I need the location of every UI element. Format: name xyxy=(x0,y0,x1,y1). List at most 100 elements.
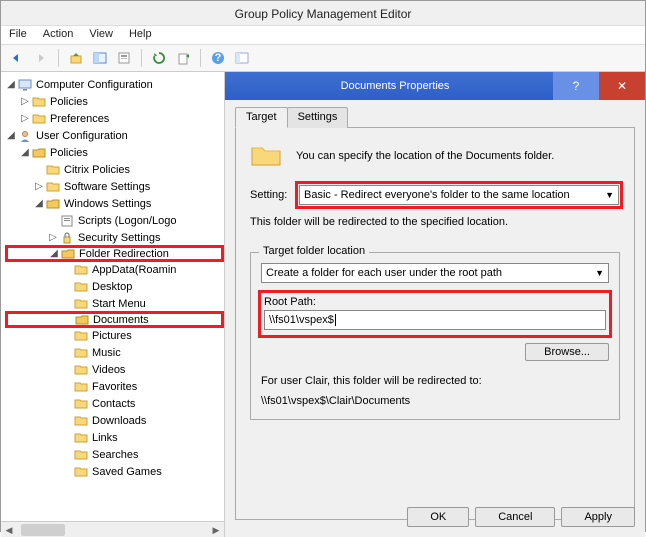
root-path-label: Root Path: xyxy=(264,296,606,308)
tree-winset[interactable]: Windows Settings xyxy=(64,198,151,210)
scroll-right-button[interactable]: ▶ xyxy=(208,522,224,537)
scroll-left-button[interactable]: ◀ xyxy=(1,522,17,537)
tree-links[interactable]: Links xyxy=(92,432,118,444)
svg-text:?: ? xyxy=(215,52,222,64)
menu-file[interactable]: File xyxy=(9,28,27,40)
chevron-down-icon: ▼ xyxy=(595,268,604,278)
folder-icon xyxy=(73,297,89,311)
toolbar: ? xyxy=(1,45,645,72)
folder-icon xyxy=(73,329,89,343)
dialog-buttons: OK Cancel Apply xyxy=(407,507,635,527)
folder-icon xyxy=(73,431,89,445)
dialog-close-button[interactable]: ✕ xyxy=(599,72,645,100)
cancel-button[interactable]: Cancel xyxy=(475,507,555,527)
target-location-fieldset: Target folder location Create a folder f… xyxy=(250,252,620,420)
tree-citrix[interactable]: Citrix Policies xyxy=(64,164,130,176)
tree-pictures[interactable]: Pictures xyxy=(92,330,132,342)
fieldset-legend: Target folder location xyxy=(259,245,369,257)
tree-folder-redirection[interactable]: Folder Redirection xyxy=(79,248,169,260)
tree-cc-prefs[interactable]: Preferences xyxy=(50,113,109,125)
properties-dialog: Documents Properties ? ✕ Target Settings… xyxy=(225,72,645,537)
tree-downloads[interactable]: Downloads xyxy=(92,415,146,427)
tree-contacts[interactable]: Contacts xyxy=(92,398,135,410)
folder-icon xyxy=(45,163,61,177)
tree-searches[interactable]: Searches xyxy=(92,449,138,461)
dialog-description: You can specify the location of the Docu… xyxy=(296,150,554,162)
window-title: Group Policy Management Editor xyxy=(1,1,645,26)
tree-documents[interactable]: Documents xyxy=(93,314,149,326)
tree-favorites[interactable]: Favorites xyxy=(92,381,137,393)
folder-icon xyxy=(31,95,47,109)
folder-icon xyxy=(45,180,61,194)
script-icon xyxy=(59,214,75,228)
folder-icon xyxy=(73,280,89,294)
folder-large-icon xyxy=(250,142,284,170)
setting-label: Setting: xyxy=(250,189,298,201)
example-header: For user Clair, this folder will be redi… xyxy=(261,375,609,387)
folder-icon xyxy=(73,414,89,428)
view-list-button[interactable] xyxy=(90,48,110,68)
back-button[interactable] xyxy=(7,48,27,68)
folder-icon xyxy=(74,313,90,327)
tree-desktop[interactable]: Desktop xyxy=(92,281,132,293)
dialog-title: Documents Properties xyxy=(237,80,553,92)
menu-action[interactable]: Action xyxy=(43,28,74,40)
folder-icon xyxy=(73,465,89,479)
settings-icon[interactable] xyxy=(232,48,252,68)
root-path-input[interactable]: \\fs01\vspex$ xyxy=(264,310,606,330)
browse-button[interactable]: Browse... xyxy=(525,343,609,361)
chevron-down-icon: ▼ xyxy=(605,190,614,200)
help-button[interactable]: ? xyxy=(208,48,228,68)
menu-view[interactable]: View xyxy=(89,28,113,40)
folder-icon xyxy=(31,146,47,160)
dialog-tabs: Target Settings xyxy=(235,106,635,128)
up-button[interactable] xyxy=(66,48,86,68)
tab-settings[interactable]: Settings xyxy=(287,107,349,128)
user-icon xyxy=(17,129,33,143)
menubar: File Action View Help xyxy=(1,26,645,45)
setting-combo[interactable]: Basic - Redirect everyone's folder to th… xyxy=(299,185,619,205)
apply-button[interactable]: Apply xyxy=(561,507,635,527)
tree-savedgames[interactable]: Saved Games xyxy=(92,466,162,478)
folder-icon xyxy=(45,197,61,211)
tree-music[interactable]: Music xyxy=(92,347,121,359)
tree-uc-policies[interactable]: Policies xyxy=(50,147,88,159)
target-folder-combo-value: Create a folder for each user under the … xyxy=(266,267,502,279)
forward-button[interactable] xyxy=(31,48,51,68)
tree-secset[interactable]: Security Settings xyxy=(78,232,161,244)
computer-icon xyxy=(17,78,33,92)
folder-icon xyxy=(73,448,89,462)
target-folder-combo[interactable]: Create a folder for each user under the … xyxy=(261,263,609,283)
folder-icon xyxy=(73,397,89,411)
tree-videos[interactable]: Videos xyxy=(92,364,125,376)
folder-icon xyxy=(73,380,89,394)
export-button[interactable] xyxy=(173,48,193,68)
tree-swset[interactable]: Software Settings xyxy=(64,181,150,193)
folder-icon xyxy=(60,247,76,261)
tree-startmenu[interactable]: Start Menu xyxy=(92,298,146,310)
dialog-titlebar[interactable]: Documents Properties ? ✕ xyxy=(225,72,645,100)
refresh-button[interactable] xyxy=(149,48,169,68)
text-cursor xyxy=(335,314,336,326)
ok-button[interactable]: OK xyxy=(407,507,469,527)
folder-icon xyxy=(73,363,89,377)
tree-panel[interactable]: ◢Computer Configuration ▷Policies ▷Prefe… xyxy=(1,72,225,537)
tree-appdata[interactable]: AppData(Roamin xyxy=(92,264,176,276)
tree-scripts[interactable]: Scripts (Logon/Logo xyxy=(78,215,176,227)
tree-user-config[interactable]: User Configuration xyxy=(36,130,128,142)
menu-help[interactable]: Help xyxy=(129,28,152,40)
folder-icon xyxy=(73,263,89,277)
tab-target[interactable]: Target xyxy=(235,107,288,128)
scroll-thumb[interactable] xyxy=(21,524,65,536)
root-path-value: \\fs01\vspex$ xyxy=(269,314,334,326)
properties-button[interactable] xyxy=(114,48,134,68)
tree-computer-config[interactable]: Computer Configuration xyxy=(36,79,153,91)
horizontal-scrollbar[interactable]: ◀ ▶ xyxy=(1,521,224,537)
folder-icon xyxy=(31,112,47,126)
example-path: \\fs01\vspex$\Clair\Documents xyxy=(261,395,609,407)
folder-icon xyxy=(73,346,89,360)
tree-cc-policies[interactable]: Policies xyxy=(50,96,88,108)
redirect-note: This folder will be redirected to the sp… xyxy=(250,216,620,228)
setting-combo-value: Basic - Redirect everyone's folder to th… xyxy=(304,189,570,201)
dialog-help-button[interactable]: ? xyxy=(553,72,599,100)
